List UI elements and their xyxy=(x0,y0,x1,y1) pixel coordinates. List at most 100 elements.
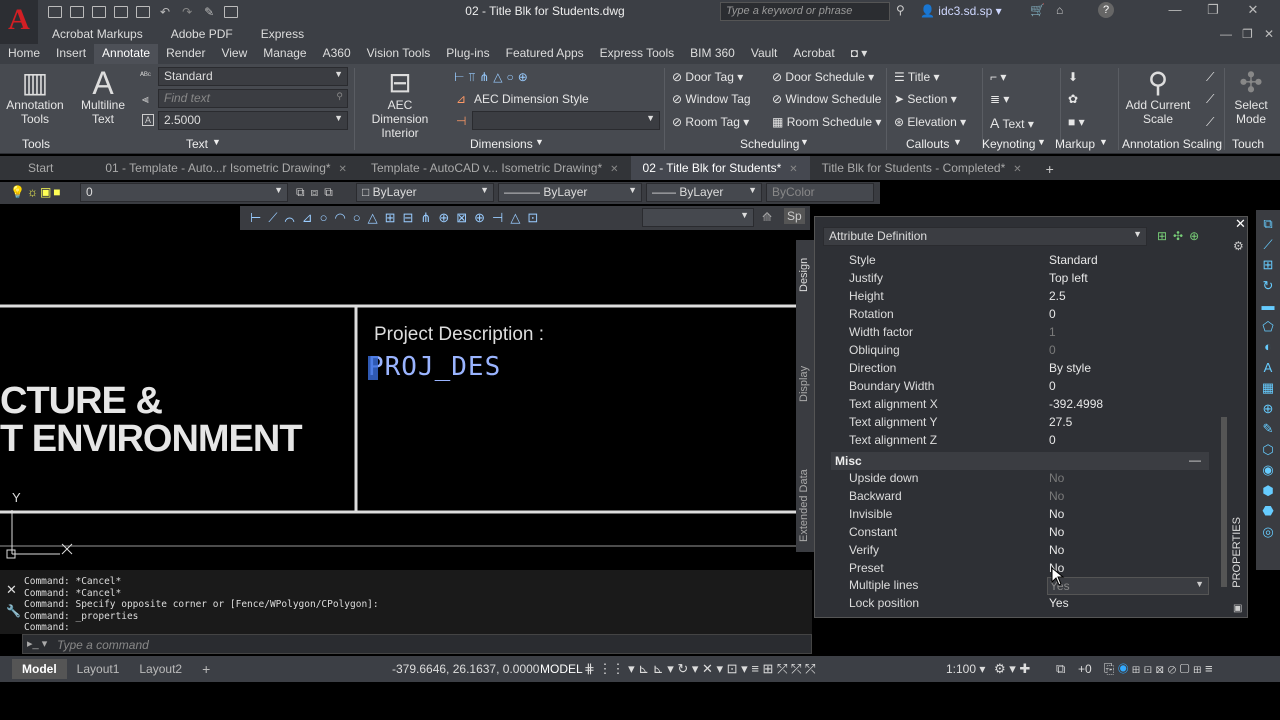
open-icon[interactable] xyxy=(70,6,84,18)
ribbon-options-icon[interactable]: ◘ ▾ xyxy=(843,44,876,64)
save-icon[interactable] xyxy=(92,6,106,18)
tab-close-icon[interactable]: ✕ xyxy=(1013,164,1021,175)
maximize-icon[interactable]: ❐ xyxy=(1198,2,1228,18)
tab-close-icon[interactable]: ✕ xyxy=(610,164,618,175)
panel-label-scheduling[interactable]: Scheduling xyxy=(740,137,799,151)
callouts-panel-expand-icon[interactable]: ▼ xyxy=(953,137,962,147)
palette-settings-icon[interactable]: ⚙ xyxy=(1233,239,1244,253)
panel-label-callouts[interactable]: Callouts xyxy=(906,137,949,151)
strip-icon-3[interactable]: ⊞ xyxy=(1263,255,1274,276)
layout-tab-model[interactable]: Model xyxy=(12,659,67,679)
strip-icon-10[interactable]: ⊕ xyxy=(1263,399,1274,420)
prop-value[interactable]: Top left xyxy=(1049,271,1088,285)
panel-label-annotation-scaling[interactable]: Annotation Scaling xyxy=(1122,137,1222,151)
tab-plug-ins[interactable]: Plug-ins xyxy=(438,44,497,64)
tab-close-icon[interactable]: ✕ xyxy=(789,164,797,175)
new-icon[interactable] xyxy=(48,6,62,18)
multiple-lines-dropdown[interactable]: Yes ▼ xyxy=(1047,577,1209,595)
find-text-input[interactable]: Find text ⚲ xyxy=(158,89,348,108)
command-input[interactable]: ▸_ ▾ Type a command xyxy=(22,634,812,654)
prop-value[interactable]: No xyxy=(1049,507,1064,521)
markup-import-icon[interactable]: ⬇ xyxy=(1068,70,1078,84)
prop-value[interactable]: No xyxy=(1049,471,1064,485)
help-icon[interactable]: ? xyxy=(1098,2,1114,18)
tab-manage[interactable]: Manage xyxy=(255,44,314,64)
window-tag-button[interactable]: ⊘ Window Tag xyxy=(672,92,751,106)
redo-icon[interactable]: ↷ xyxy=(182,5,192,19)
room-tag-button[interactable]: ⊘ Room Tag ▾ xyxy=(672,115,749,129)
scale-tool-icon-3[interactable]: ⟋ xyxy=(1206,115,1214,130)
application-menu-button[interactable]: A xyxy=(0,0,38,44)
strip-icon-5[interactable]: ▬ xyxy=(1262,296,1275,317)
property-row-multiple-lines[interactable]: Multiple lines Yes ▼ xyxy=(849,577,1209,596)
doc-tab-start[interactable]: Start xyxy=(0,156,93,180)
property-row-justify[interactable]: Justify Top left xyxy=(849,271,1209,289)
menu-express[interactable]: Express xyxy=(261,27,304,41)
lineweight-dropdown[interactable]: —— ByLayer ▼ xyxy=(646,183,762,202)
right-strip-icons[interactable]: ⧉ ⟋ ⊞ ↻ ▬ ⬠ ◐ A ▦ ⊕ ✎ ⬡ ◉ ⬢ ⬣ ◎ xyxy=(1256,210,1280,542)
title-callout-button[interactable]: ☰ Title ▾ xyxy=(894,70,939,84)
side-tab-display[interactable]: Display xyxy=(798,362,810,402)
strip-icon-7[interactable]: ◐ xyxy=(1264,337,1272,358)
keynote-legend-icon[interactable]: ≣ ▾ xyxy=(990,92,1009,106)
prop-value[interactable]: 0 xyxy=(1049,307,1056,321)
menu-adobe-pdf[interactable]: Adobe PDF xyxy=(171,27,233,41)
property-row-width-factor[interactable]: Width factor 1 xyxy=(849,325,1209,343)
strip-icon-2[interactable]: ⟋ xyxy=(1263,235,1272,256)
window-schedule-button[interactable]: ⊘ Window Schedule xyxy=(772,92,881,106)
property-row-style[interactable]: Style Standard xyxy=(849,253,1209,271)
workspace-icon[interactable] xyxy=(224,6,239,18)
project-description-label[interactable]: Project Description : xyxy=(374,324,544,346)
text-panel-expand-icon[interactable]: ▼ xyxy=(212,137,221,147)
misc-section-header[interactable]: Misc — xyxy=(831,452,1209,470)
minimize-icon[interactable]: — xyxy=(1160,2,1190,17)
properties-scrollbar[interactable] xyxy=(1221,417,1227,587)
prop-value[interactable]: Yes xyxy=(1049,596,1069,610)
property-row-lock-position[interactable]: Lock position Yes xyxy=(849,596,1209,614)
property-row-rotation[interactable]: Rotation 0 xyxy=(849,307,1209,325)
doc-close-icon[interactable]: ✕ xyxy=(1264,27,1274,41)
strip-icon-11[interactable]: ✎ xyxy=(1263,419,1274,440)
tab-bim-360[interactable]: BIM 360 xyxy=(682,44,743,64)
panel-label-tools[interactable]: Tools xyxy=(22,137,50,151)
dimension-toolbar-icons[interactable]: ⊢⟋⌒⊿○◠○△⊞⊟⋔⊕⊠⊕⊣△⊡ xyxy=(250,210,545,226)
prop-value[interactable]: 27.5 xyxy=(1049,415,1072,429)
settings-icons[interactable]: ⚙ ▾ ✚ xyxy=(994,661,1030,677)
strip-icon-4[interactable]: ↻ xyxy=(1263,276,1274,297)
markup-rect-icon[interactable]: ■ ▾ xyxy=(1068,115,1085,129)
property-row-verify[interactable]: Verify No xyxy=(849,543,1209,561)
prop-value[interactable]: -392.4998 xyxy=(1049,397,1103,411)
select-mode-button[interactable]: ✣ Select Mode xyxy=(1226,68,1276,127)
tab-vault[interactable]: Vault xyxy=(743,44,785,64)
dimensions-panel-expand-icon[interactable]: ▼ xyxy=(535,137,544,147)
prop-value[interactable]: By style xyxy=(1049,361,1091,375)
doc-tab-title-blk-completed[interactable]: Title Blk for Students - Completed* ✕ xyxy=(810,156,1034,180)
layout-tab-layout2[interactable]: Layout2 xyxy=(129,659,192,679)
text-style-dropdown[interactable]: Standard ▼ xyxy=(158,67,348,86)
command-settings-icon[interactable]: 🔧 xyxy=(6,604,21,618)
strip-icon-13[interactable]: ◉ xyxy=(1262,460,1273,481)
doc-tab-01-template[interactable]: 01 - Template - Auto...r Isometric Drawi… xyxy=(93,156,359,180)
layer-dropdown[interactable]: 0 ▼ xyxy=(80,183,288,202)
tab-insert[interactable]: Insert xyxy=(48,44,94,64)
palette-properties-icon[interactable]: ▣ xyxy=(1233,603,1242,614)
layout-tab-layout1[interactable]: Layout1 xyxy=(67,659,130,679)
coordinates-readout[interactable]: -379.6646, 26.1637, 0.0000 xyxy=(392,662,539,676)
menu-acrobat-markups[interactable]: Acrobat Markups xyxy=(52,27,143,41)
panel-label-touch[interactable]: Touch xyxy=(1232,137,1264,151)
doc-tab-template-autocad[interactable]: Template - AutoCAD v... Isometric Drawin… xyxy=(359,156,631,180)
property-row-invisible[interactable]: Invisible No xyxy=(849,507,1209,525)
grid-snap-icons[interactable]: ⋕ ⋮⋮ ▾ ⊾ ⊾ ▾ ↻ ▾ ✕ ▾ ⊡ ▾ ≡ ⊞ ⤱ ⤱ ⤱ xyxy=(584,661,815,677)
binoculars-icon[interactable]: ⚲ xyxy=(896,3,905,17)
close-icon[interactable]: ✕ xyxy=(1238,2,1268,18)
prop-value[interactable]: 2.5 xyxy=(1049,289,1066,303)
scheduling-panel-expand-icon[interactable]: ▼ xyxy=(800,137,809,147)
object-type-dropdown[interactable]: Attribute Definition ▼ xyxy=(823,227,1147,246)
add-current-scale-button[interactable]: ⚲ Add Current Scale xyxy=(1120,68,1196,127)
panel-label-text[interactable]: Text xyxy=(186,137,208,151)
collapse-icon[interactable]: — xyxy=(1189,453,1201,467)
property-row-obliquing[interactable]: Obliquing 0 xyxy=(849,343,1209,361)
side-tab-design[interactable]: Design xyxy=(798,252,810,292)
door-tag-button[interactable]: ⊘ Door Tag ▾ xyxy=(672,70,743,84)
prop-value[interactable]: 0 xyxy=(1049,379,1056,393)
